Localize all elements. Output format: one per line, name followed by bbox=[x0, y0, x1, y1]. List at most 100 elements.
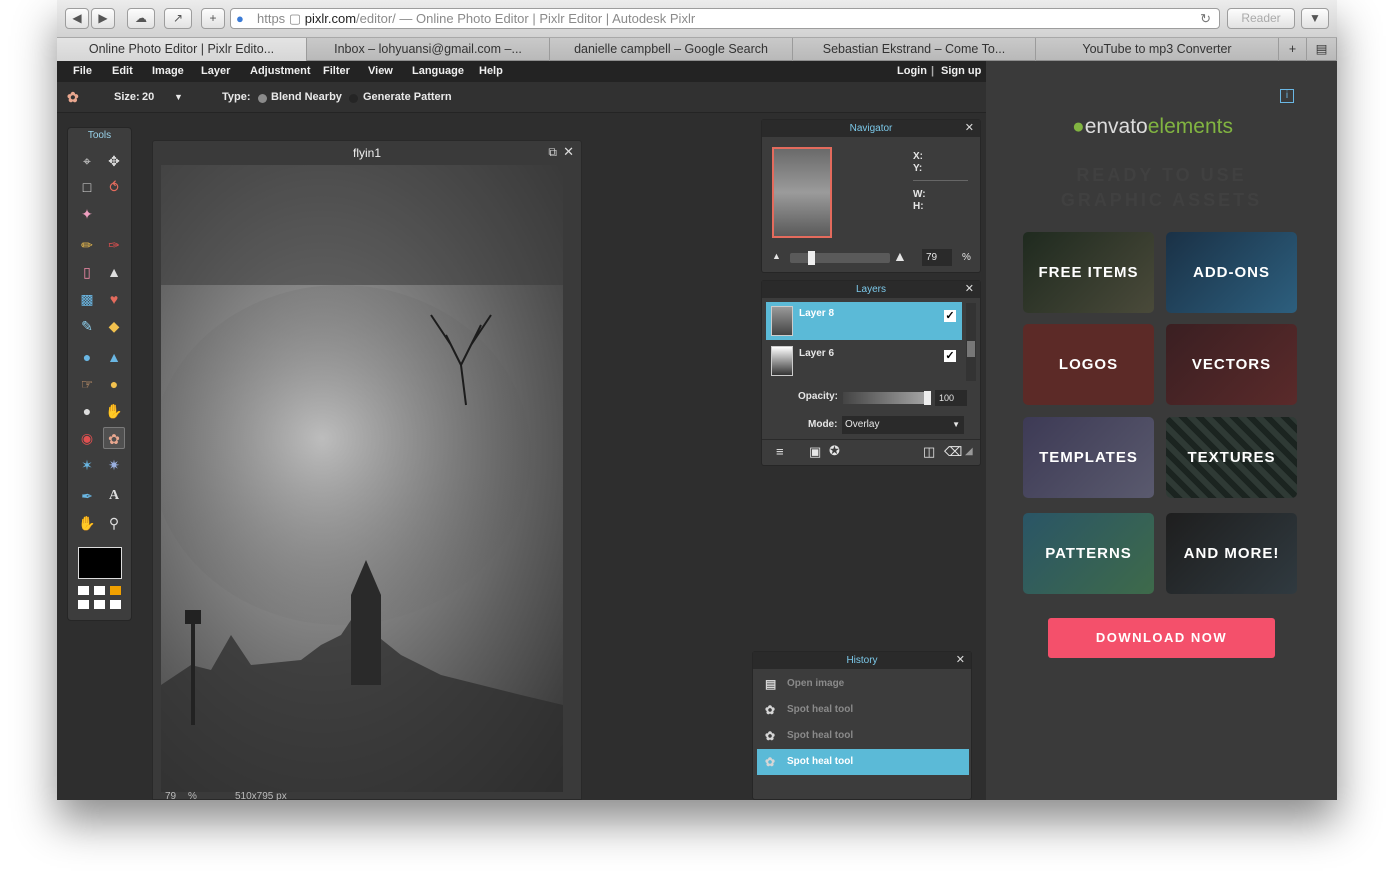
zoom-out-icon[interactable]: ▲ bbox=[772, 251, 781, 261]
layer-visibility-checkbox[interactable]: ✓ bbox=[944, 310, 956, 322]
color-swatch[interactable] bbox=[78, 547, 122, 579]
drawing-tool-icon[interactable]: ◆ bbox=[103, 315, 125, 337]
layer-row[interactable]: Layer 6 ✓ bbox=[766, 342, 962, 380]
generate-pattern-label[interactable]: Generate Pattern bbox=[363, 82, 452, 113]
swatch-white-2[interactable] bbox=[94, 586, 105, 595]
burn-tool-icon[interactable]: ● bbox=[76, 400, 98, 422]
swatch-white-3[interactable] bbox=[78, 600, 89, 609]
history-item[interactable]: ✿ Spot heal tool bbox=[757, 723, 969, 749]
marquee-tool-icon[interactable]: □ bbox=[76, 176, 98, 198]
layer-mask-icon[interactable]: ▣ bbox=[809, 444, 821, 460]
blur-tool-icon[interactable]: ● bbox=[76, 346, 98, 368]
menu-help[interactable]: Help bbox=[479, 61, 503, 82]
trash-icon[interactable]: ⌫ bbox=[944, 444, 962, 460]
history-item[interactable]: ✿ Spot heal tool bbox=[757, 749, 969, 775]
add-tab-icon[interactable]: + bbox=[1279, 38, 1307, 61]
restore-icon[interactable]: ⧉ bbox=[548, 145, 557, 160]
resize-grip-icon[interactable]: ◢ bbox=[965, 446, 973, 457]
downloads-icon[interactable]: ▼ bbox=[1301, 8, 1329, 29]
layer-settings-icon[interactable]: ≡ bbox=[776, 444, 784, 459]
swatch-orange[interactable] bbox=[110, 586, 121, 595]
spot-heal-tool-icon[interactable]: ✿ bbox=[103, 427, 125, 449]
navigator-thumbnail[interactable] bbox=[772, 147, 832, 238]
back-icon[interactable]: ◀ bbox=[65, 8, 89, 29]
magic-wand-icon[interactable]: ✦ bbox=[76, 203, 98, 225]
generate-pattern-radio[interactable] bbox=[349, 94, 358, 103]
share-icon[interactable]: ↗ bbox=[164, 8, 192, 29]
menu-edit[interactable]: Edit bbox=[112, 61, 133, 82]
tab-overview-icon[interactable]: ▤ bbox=[1307, 38, 1337, 61]
navigator-zoom-input[interactable]: 79 bbox=[922, 249, 952, 266]
layer-effects-icon[interactable]: ✪ bbox=[829, 443, 840, 459]
pinch-tool-icon[interactable]: ✷ bbox=[103, 454, 125, 476]
tile-templates[interactable]: TEMPLATES bbox=[1023, 417, 1154, 498]
tile-vectors[interactable]: VECTORS bbox=[1166, 324, 1297, 405]
layer-visibility-checkbox[interactable]: ✓ bbox=[944, 350, 956, 362]
signup-link[interactable]: Sign up bbox=[941, 61, 981, 82]
swatch-white-4[interactable] bbox=[94, 600, 105, 609]
size-value[interactable]: 20 bbox=[142, 82, 154, 113]
blend-nearby-radio[interactable] bbox=[258, 94, 267, 103]
ad-info-icon[interactable]: i bbox=[1280, 89, 1294, 103]
crop-tool-icon[interactable]: ⌖ bbox=[76, 150, 98, 172]
opacity-slider-handle[interactable] bbox=[924, 391, 931, 405]
zoom-slider-handle[interactable] bbox=[808, 251, 815, 265]
forward-icon[interactable]: ▶ bbox=[91, 8, 115, 29]
brush-tool-icon[interactable]: ✑ bbox=[103, 234, 125, 256]
zoom-slider[interactable] bbox=[790, 251, 890, 265]
type-tool-icon[interactable]: A bbox=[103, 485, 125, 507]
swatch-white-1[interactable] bbox=[78, 586, 89, 595]
icloud-icon[interactable]: ☁ bbox=[127, 8, 155, 29]
new-layer-icon[interactable]: ◫ bbox=[923, 444, 935, 460]
zoom-in-icon[interactable]: ▲ bbox=[893, 248, 907, 264]
tab-google-search[interactable]: danielle campbell – Google Search bbox=[550, 38, 793, 61]
tab-youtube-mp3[interactable]: YouTube to mp3 Converter bbox=[1036, 38, 1279, 61]
sponge-tool-icon[interactable]: ● bbox=[103, 373, 125, 395]
zoom-readout[interactable]: 79 bbox=[165, 792, 176, 801]
tile-add-ons[interactable]: ADD-ONS bbox=[1166, 232, 1297, 313]
menu-image[interactable]: Image bbox=[152, 61, 184, 82]
red-eye-tool-icon[interactable]: ◉ bbox=[76, 427, 98, 449]
new-tab-icon[interactable]: + bbox=[201, 8, 225, 29]
reader-button[interactable]: Reader bbox=[1227, 8, 1295, 29]
swatch-white-5[interactable] bbox=[110, 600, 121, 609]
blend-mode-select[interactable]: Overlay ▼ bbox=[842, 416, 964, 434]
color-replace-icon[interactable]: ✎ bbox=[76, 315, 98, 337]
reload-icon[interactable]: ↻ bbox=[1200, 9, 1211, 28]
gradient-tool-icon[interactable]: ▩ bbox=[76, 288, 98, 310]
smudge-tool-icon[interactable]: ☞ bbox=[76, 373, 98, 395]
dodge-tool-icon[interactable]: ✋ bbox=[103, 400, 125, 422]
opacity-slider[interactable] bbox=[843, 391, 931, 405]
clone-stamp-icon[interactable]: ♥ bbox=[103, 288, 125, 310]
paint-bucket-icon[interactable]: ▲ bbox=[103, 261, 125, 283]
download-now-button[interactable]: DOWNLOAD NOW bbox=[1048, 618, 1275, 658]
menu-language[interactable]: Language bbox=[412, 61, 464, 82]
bloat-tool-icon[interactable]: ✶ bbox=[76, 454, 98, 476]
menu-file[interactable]: File bbox=[73, 61, 92, 82]
address-bar[interactable]: ● https ▢ pixlr.com/editor/ — Online Pho… bbox=[230, 8, 1220, 29]
hand-tool-icon[interactable]: ✋ bbox=[76, 512, 98, 534]
navigator-close-icon[interactable]: ✕ bbox=[965, 120, 974, 137]
tile-textures[interactable]: TEXTURES bbox=[1166, 417, 1297, 498]
login-link[interactable]: Login bbox=[897, 61, 927, 82]
move-tool-icon[interactable]: ✥ bbox=[103, 150, 125, 172]
sharpen-tool-icon[interactable]: ▲ bbox=[103, 346, 125, 368]
tile-patterns[interactable]: PATTERNS bbox=[1023, 513, 1154, 594]
lasso-tool-icon[interactable]: ⥀ bbox=[103, 176, 125, 198]
pencil-tool-icon[interactable]: ✏ bbox=[76, 234, 98, 256]
tab-pixlr[interactable]: Online Photo Editor | Pixlr Edito... bbox=[57, 38, 307, 61]
tab-sebastian[interactable]: Sebastian Ekstrand – Come To... bbox=[793, 38, 1036, 61]
eraser-tool-icon[interactable]: ▯ bbox=[76, 261, 98, 283]
layers-scroll-thumb[interactable] bbox=[967, 341, 975, 357]
blend-nearby-label[interactable]: Blend Nearby bbox=[271, 82, 342, 113]
layer-row[interactable]: Layer 8 ✓ bbox=[766, 302, 962, 340]
tab-inbox[interactable]: Inbox – lohyuansi@gmail.com –... bbox=[307, 38, 550, 61]
ad-panel[interactable]: i ●envatoelements READY TO USE GRAPHIC A… bbox=[986, 61, 1337, 800]
close-icon[interactable]: ✕ bbox=[563, 144, 574, 160]
menu-view[interactable]: View bbox=[368, 61, 393, 82]
layers-scrollbar[interactable] bbox=[966, 303, 976, 381]
zoom-tool-icon[interactable]: ⚲ bbox=[103, 512, 125, 534]
menu-adjustment[interactable]: Adjustment bbox=[250, 61, 311, 82]
size-dropdown-icon[interactable]: ▼ bbox=[174, 82, 183, 113]
color-picker-icon[interactable]: ✒ bbox=[76, 485, 98, 507]
